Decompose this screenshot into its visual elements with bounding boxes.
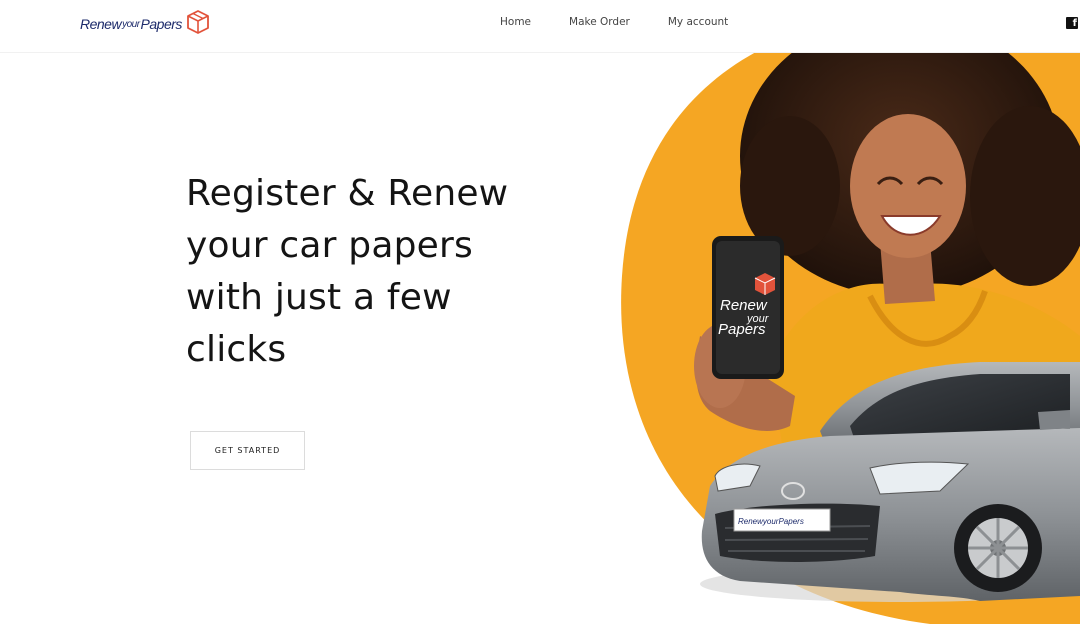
get-started-button[interactable]: GET STARTED (190, 431, 305, 470)
logo-word-papers: Papers (140, 16, 183, 32)
face (850, 114, 966, 258)
box-icon (185, 9, 211, 40)
logo-word-renew: Renew (80, 16, 122, 32)
nav-my-account[interactable]: My account (668, 16, 728, 28)
phone-text-papers: Papers (718, 321, 766, 338)
main-nav: Home Make Order My account (500, 16, 728, 28)
facebook-icon[interactable]: f (1066, 17, 1078, 29)
logo-word-your: your (122, 18, 140, 30)
brand-logo[interactable]: Renew your Papers (80, 9, 211, 40)
hero-title: Register & Renew your car papers with ju… (186, 173, 509, 370)
landing-page: Renew your Papers Home Make Order My acc… (0, 0, 1080, 624)
phone-text-renew: Renew (720, 297, 768, 314)
nav-make-order[interactable]: Make Order (569, 16, 630, 28)
plate-text: RenewyourPapers (738, 517, 804, 526)
site-header: Renew your Papers Home Make Order My acc… (0, 0, 1080, 53)
hero-illustration: Renew your Papers RenewyourPapers (600, 36, 1080, 624)
nav-home[interactable]: Home (500, 16, 531, 28)
phone-mockup: Renew your Papers (712, 236, 784, 379)
